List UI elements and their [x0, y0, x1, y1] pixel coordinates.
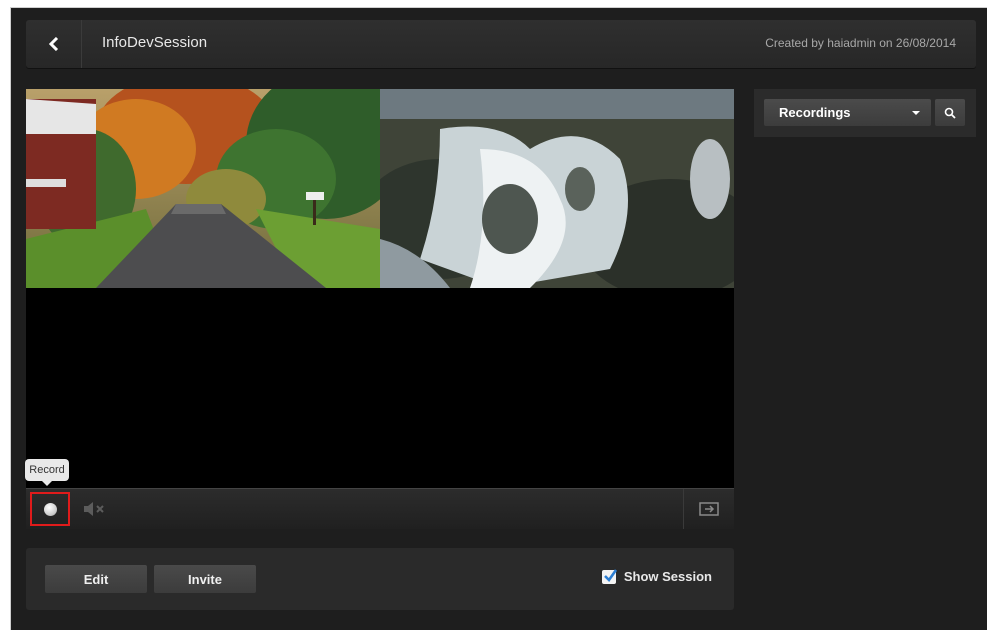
player-controlbar — [26, 488, 734, 529]
recordings-dropdown[interactable]: Recordings — [764, 99, 931, 126]
search-icon — [944, 107, 956, 119]
mute-button[interactable] — [82, 500, 106, 518]
edit-button[interactable]: Edit — [45, 565, 147, 593]
chevron-left-icon — [48, 37, 58, 51]
video-feed-waterfall — [380, 89, 734, 288]
record-tooltip: Record — [25, 459, 69, 486]
recordings-dropdown-label: Recordings — [779, 105, 851, 120]
fullscreen-icon — [699, 502, 719, 516]
back-button[interactable] — [26, 20, 82, 68]
checkmark-icon — [603, 568, 617, 582]
session-actions-panel: Edit Invite Show Session — [26, 548, 734, 610]
session-header: InfoDevSession Created by haiadmin on 26… — [26, 20, 976, 68]
search-button[interactable] — [935, 99, 965, 126]
record-button[interactable] — [30, 492, 70, 526]
fullscreen-button[interactable] — [683, 489, 734, 529]
caret-down-icon — [912, 111, 920, 115]
show-session-label: Show Session — [623, 569, 712, 584]
page-title: InfoDevSession — [102, 34, 208, 51]
sidebar: Recordings — [754, 89, 976, 137]
invite-button[interactable]: Invite — [154, 565, 256, 593]
video-area — [26, 89, 734, 488]
show-session-toggle[interactable]: Show Session — [601, 568, 712, 584]
created-by-text: Created by haiadmin on 26/08/2014 — [765, 36, 956, 50]
record-icon — [43, 502, 57, 516]
show-session-checkbox[interactable] — [601, 568, 617, 584]
speaker-muted-icon — [84, 502, 104, 516]
video-feed-autumn-road — [26, 89, 380, 288]
